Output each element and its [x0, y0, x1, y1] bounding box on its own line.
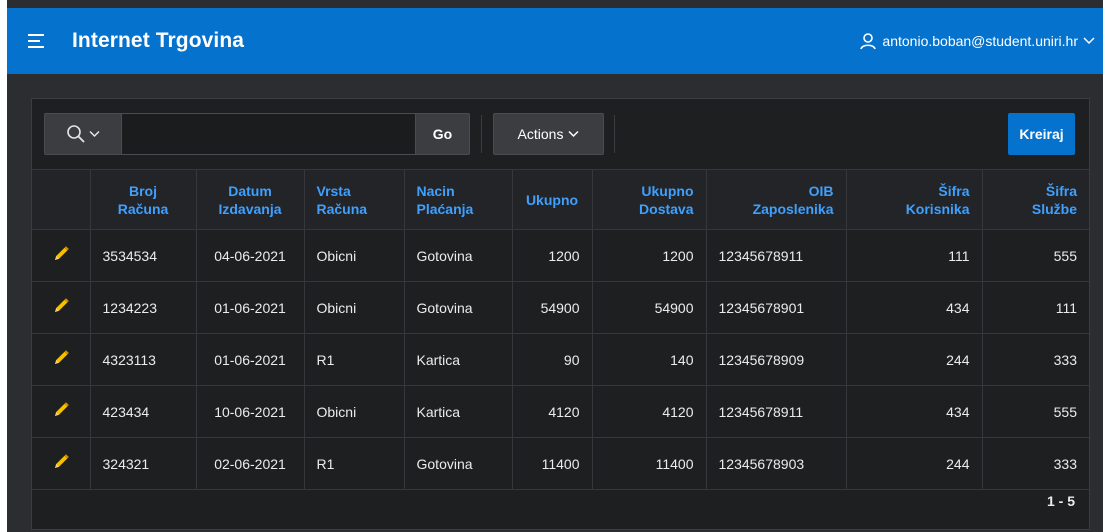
column-header-vrsta-racuna[interactable]: Vrsta Računa: [304, 169, 405, 230]
column-header-nacin-placanja[interactable]: Nacin Plaćanja: [404, 169, 513, 230]
toolbar-divider: [614, 115, 615, 153]
cell-sifra-korisnika: 111: [846, 229, 983, 282]
cell-datum-izdavanja: 10-06-2021: [196, 385, 305, 438]
user-icon: [860, 33, 877, 50]
report-toolbar: Go Actions Kreiraj: [32, 99, 1089, 169]
table-row: 1234223 01-06-2021 Obicni Gotovina 54900…: [32, 281, 1089, 334]
cell-sifra-sluzbe: 555: [982, 229, 1089, 282]
cell-oib-zaposlenika: 12345678909: [706, 333, 847, 386]
chevron-down-icon: [568, 130, 579, 138]
column-header-ukupno[interactable]: Ukupno: [512, 169, 593, 230]
cell-ukupno: 90: [512, 333, 593, 386]
cell-sifra-sluzbe: 555: [982, 385, 1089, 438]
top-navigation-bar: Internet Trgovina antonio.boban@student.…: [7, 8, 1103, 74]
pencil-icon[interactable]: [52, 349, 70, 370]
cell-ukupno: 54900: [512, 281, 593, 334]
pagination-range: 1 - 5: [1046, 493, 1075, 509]
cell-nacin-placanja: Gotovina: [404, 229, 513, 282]
pencil-icon[interactable]: [52, 453, 70, 474]
cell-ukupno: 4120: [512, 385, 593, 438]
toolbar-divider: [481, 115, 482, 153]
column-header-sifra-sluzbe[interactable]: Šifra Službe: [982, 169, 1089, 230]
table-row: 423434 10-06-2021 Obicni Kartica 4120 41…: [32, 385, 1089, 438]
interactive-report-region: Go Actions Kreiraj Broj Računa Datum Izdav…: [31, 98, 1090, 530]
user-menu[interactable]: antonio.boban@student.uniri.hr: [859, 32, 1095, 50]
cell-sifra-korisnika: 244: [846, 333, 983, 386]
column-header-broj-racuna[interactable]: Broj Računa: [90, 169, 197, 230]
hamburger-icon[interactable]: [28, 34, 46, 48]
column-header-oib-zaposlenika[interactable]: OIB Zaposlenika: [706, 169, 847, 230]
cell-ukupno-dostava: 54900: [592, 281, 707, 334]
edit-cell: [32, 385, 91, 438]
cell-vrsta-racuna: Obicni: [304, 281, 405, 334]
pencil-icon[interactable]: [52, 245, 70, 266]
cell-ukupno: 1200: [512, 229, 593, 282]
column-header-edit: [32, 169, 91, 230]
cell-broj-racuna: 423434: [90, 385, 197, 438]
column-header-ukupno-dostava[interactable]: Ukupno Dostava: [592, 169, 707, 230]
cell-nacin-placanja: Kartica: [404, 385, 513, 438]
column-header-sifra-korisnika[interactable]: Šifra Korisnika: [846, 169, 983, 230]
edit-cell: [32, 229, 91, 282]
cell-nacin-placanja: Gotovina: [404, 281, 513, 334]
user-name: antonio.boban@student.uniri.hr: [882, 33, 1078, 49]
cell-broj-racuna: 4323113: [90, 333, 197, 386]
cell-oib-zaposlenika: 12345678911: [706, 385, 847, 438]
cell-broj-racuna: 1234223: [90, 281, 197, 334]
cell-datum-izdavanja: 01-06-2021: [196, 333, 305, 386]
cell-ukupno-dostava: 1200: [592, 229, 707, 282]
cell-vrsta-racuna: R1: [304, 333, 405, 386]
app-title[interactable]: Internet Trgovina: [72, 29, 244, 53]
cell-sifra-sluzbe: 111: [982, 281, 1089, 334]
pencil-icon[interactable]: [52, 297, 70, 318]
chevron-down-icon: [1083, 37, 1095, 45]
cell-sifra-korisnika: 434: [846, 281, 983, 334]
edit-cell: [32, 333, 91, 386]
edit-cell: [32, 281, 91, 334]
table-header-row: Broj Računa Datum Izdavanja Vrsta Računa Na…: [32, 169, 1089, 230]
cell-ukupno-dostava: 140: [592, 333, 707, 386]
search-column-button[interactable]: [44, 113, 122, 155]
cell-oib-zaposlenika: 12345678911: [706, 229, 847, 282]
cell-ukupno-dostava: 4120: [592, 385, 707, 438]
cell-vrsta-racuna: Obicni: [304, 385, 405, 438]
search-icon: [67, 125, 85, 143]
search-input[interactable]: [122, 113, 415, 155]
report-table: Broj Računa Datum Izdavanja Vrsta Računa Na…: [32, 169, 1089, 490]
create-button[interactable]: Kreiraj: [1008, 113, 1075, 155]
cell-nacin-placanja: Kartica: [404, 333, 513, 386]
go-button[interactable]: Go: [415, 113, 470, 155]
column-header-datum-izdavanja[interactable]: Datum Izdavanja: [196, 169, 305, 230]
actions-label: Actions: [517, 126, 564, 142]
actions-menu-button[interactable]: Actions: [493, 113, 604, 155]
table-row: 3534534 04-06-2021 Obicni Gotovina 1200 …: [32, 229, 1089, 282]
pencil-icon[interactable]: [52, 401, 70, 422]
cell-datum-izdavanja: 04-06-2021: [196, 229, 305, 282]
cell-sifra-korisnika: 434: [846, 385, 983, 438]
cell-broj-racuna: 3534534: [90, 229, 197, 282]
left-edge: [0, 0, 7, 532]
cell-sifra-sluzbe: 333: [982, 333, 1089, 386]
chevron-down-icon: [89, 130, 100, 138]
cell-datum-izdavanja: 01-06-2021: [196, 281, 305, 334]
cell-vrsta-racuna: Obicni: [304, 229, 405, 282]
report-footer: 1 - 5: [32, 475, 1089, 529]
table-row: 4323113 01-06-2021 R1 Kartica 90 140 123…: [32, 333, 1089, 386]
cell-oib-zaposlenika: 12345678901: [706, 281, 847, 334]
